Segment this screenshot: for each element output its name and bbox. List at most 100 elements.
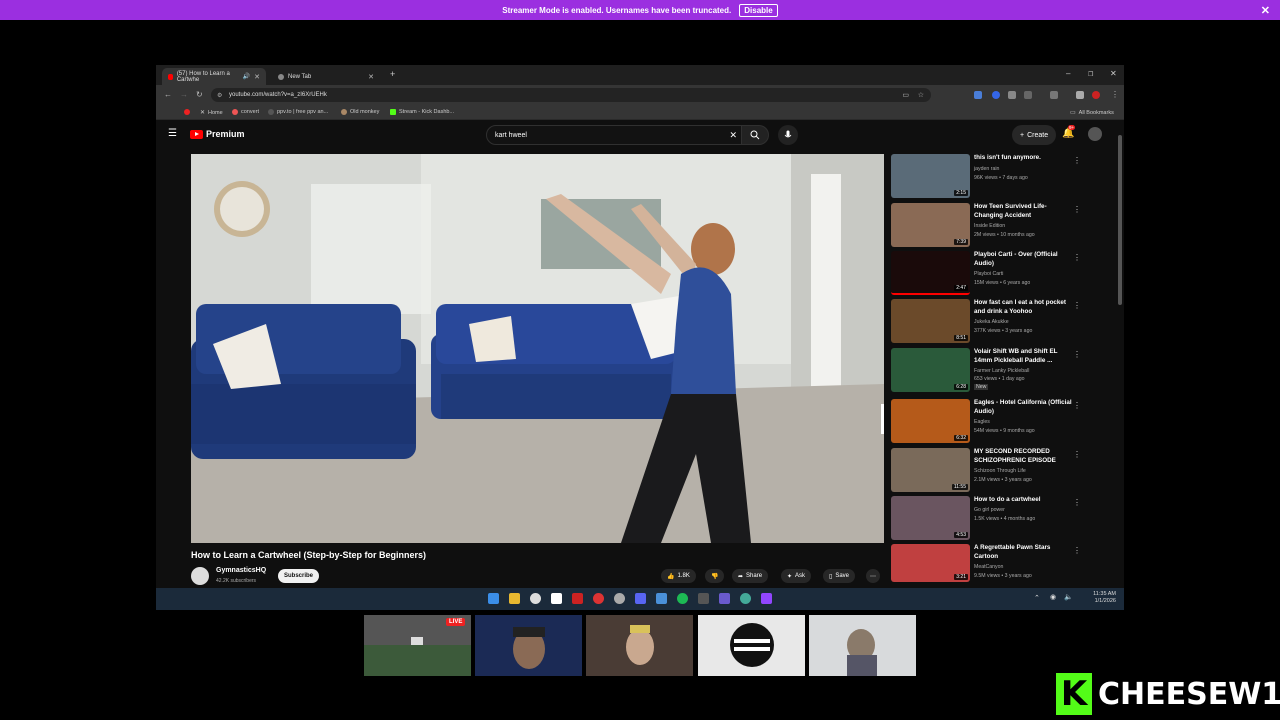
more-vertical-icon[interactable]: ⋮ [1073, 401, 1081, 410]
window-close-icon[interactable]: ✕ [1110, 69, 1117, 78]
address-bar[interactable]: ⚙ youtube.com/watch?v=a_zI6XrUEHk ▭ ☆ [211, 88, 931, 102]
rec-channel[interactable]: Eagles [974, 419, 990, 425]
rec-channel[interactable]: MeatCanyon [974, 564, 1003, 570]
more-actions-button[interactable]: ⋯ [866, 569, 880, 583]
youtube-logo[interactable]: Premium [190, 129, 245, 139]
rec-title[interactable]: How Teen Survived Life-Changing Accident [974, 203, 1074, 220]
subscribe-button[interactable]: Subscribe [278, 569, 320, 583]
bookmark-item[interactable]: ✕ Home [200, 109, 223, 117]
bookmark-item[interactable]: Old monkey [341, 109, 379, 115]
bookmark-item[interactable]: Stream - Kick Dashb... [390, 109, 454, 115]
extension-icon[interactable] [992, 91, 1000, 99]
more-vertical-icon[interactable]: ⋮ [1073, 450, 1081, 459]
site-info-icon[interactable]: ⚙ [217, 92, 222, 99]
all-bookmarks[interactable]: ▭ All Bookmarks [1070, 109, 1114, 117]
tab-youtube[interactable]: (57) How to Learn a Cartwhe 🔊 ✕ [162, 68, 266, 85]
app-icon[interactable] [719, 593, 730, 604]
volume-icon[interactable]: 🔈 [1064, 593, 1073, 601]
download-icon[interactable] [1076, 91, 1084, 99]
search-button[interactable] [741, 125, 769, 145]
share-button[interactable]: ➦ Share [732, 569, 769, 583]
recommendation-item[interactable]: 2:15 this isn't fun anymore. jayden rain… [891, 154, 1121, 199]
bookmark-item[interactable]: ppv.to | free ppv an... [268, 109, 328, 115]
channel-avatar[interactable] [191, 567, 209, 585]
dislike-button[interactable]: 👎 [705, 569, 725, 583]
rec-channel[interactable]: Farmer Lanky Pickleball [974, 368, 1029, 374]
more-vertical-icon[interactable]: ⋮ [1073, 253, 1081, 262]
windows-start-icon[interactable] [488, 593, 499, 604]
recommendation-item[interactable]: 7:39 How Teen Survived Life-Changing Acc… [891, 203, 1121, 248]
rec-title[interactable]: Volair Shift WB and Shift EL 14mm Pickle… [974, 348, 1074, 365]
extension-icon[interactable] [974, 91, 982, 99]
recommendation-item[interactable]: 6:32 Eagles - Hotel California (Official… [891, 399, 1121, 444]
more-vertical-icon[interactable]: ⋮ [1073, 498, 1081, 507]
extension-icon[interactable] [1008, 91, 1016, 99]
app-icon[interactable] [614, 593, 625, 604]
clear-search-icon[interactable]: ✕ [729, 130, 737, 141]
more-vertical-icon[interactable]: ⋮ [1073, 156, 1081, 165]
recommendation-item[interactable]: 8:51 How fast can I eat a hot pocket and… [891, 299, 1121, 344]
rec-title[interactable]: Playboi Carti - Over (Official Audio) [974, 251, 1074, 268]
extensions-puzzle-icon[interactable] [1024, 91, 1032, 99]
recommendation-item[interactable]: 6:28 Volair Shift WB and Shift EL 14mm P… [891, 348, 1121, 393]
recommendation-item[interactable]: 11:55 MY SECOND RECORDED SCHIZOPHRENIC E… [891, 448, 1121, 493]
rec-title[interactable]: MY SECOND RECORDED SCHIZOPHRENIC EPISODE [974, 448, 1074, 465]
chrome-icon[interactable] [530, 593, 541, 604]
more-vertical-icon[interactable]: ⋮ [1073, 350, 1081, 359]
maximize-icon[interactable]: ❐ [1088, 71, 1093, 78]
ask-button[interactable]: ✦ Ask [781, 569, 812, 583]
video-thumbnail[interactable]: 8:51 [891, 299, 970, 343]
rec-title[interactable]: A Regrettable Pawn Stars Cartoon [974, 544, 1074, 561]
profile-avatar[interactable] [1092, 91, 1100, 99]
system-tray-chevron-icon[interactable]: ⌃ [1034, 594, 1040, 602]
video-thumbnail[interactable]: 2:15 [891, 154, 970, 198]
channel-name[interactable]: GymnasticsHQ [216, 567, 266, 574]
bookmark-item[interactable]: convert [232, 109, 259, 115]
rec-title[interactable]: this isn't fun anymore. [974, 154, 1074, 163]
app-icon[interactable] [740, 593, 751, 604]
page-scrollbar[interactable] [1118, 135, 1122, 305]
side-panel-icon[interactable] [1050, 91, 1058, 99]
bookmark-item[interactable] [184, 109, 190, 115]
like-button[interactable]: 👍 1.8K [661, 569, 696, 583]
recommendation-item[interactable]: 2:47 Playboi Carti - Over (Official Audi… [891, 251, 1121, 296]
twitch-icon[interactable] [761, 593, 772, 604]
hamburger-menu-icon[interactable]: ☰ [168, 128, 177, 139]
app-icon[interactable] [698, 593, 709, 604]
app-icon[interactable] [656, 593, 667, 604]
video-thumbnail[interactable]: 2:47 [891, 251, 970, 295]
video-thumbnail[interactable]: 3:21 [891, 544, 970, 582]
close-icon[interactable]: ✕ [1261, 4, 1270, 17]
taskbar-clock[interactable]: 11:35 AM 1/1/2026 [1093, 591, 1116, 605]
spotify-icon[interactable] [677, 593, 688, 604]
app-icon[interactable] [593, 593, 604, 604]
rec-channel[interactable]: Jukeka Akukke [974, 319, 1009, 325]
recommendation-item[interactable]: 4:53 How to do a cartwheel Go girl power… [891, 496, 1121, 541]
rec-channel[interactable]: Playboi Carti [974, 271, 1003, 277]
video-thumbnail[interactable]: 6:32 [891, 399, 970, 443]
speaker-icon[interactable]: 🔊 [243, 73, 250, 80]
tab-close-icon[interactable]: ✕ [254, 73, 260, 81]
new-tab-icon[interactable]: + [390, 69, 395, 79]
app-icon[interactable] [572, 593, 583, 604]
rec-title[interactable]: How to do a cartwheel [974, 496, 1074, 505]
rec-channel[interactable]: Go girl power [974, 507, 1005, 513]
rec-channel[interactable]: Schizoon Through Life [974, 468, 1026, 474]
reload-icon[interactable]: ↻ [196, 90, 203, 99]
install-icon[interactable]: ▭ [902, 91, 909, 99]
more-vertical-icon[interactable]: ⋮ [1073, 546, 1081, 555]
more-vertical-icon[interactable]: ⋮ [1073, 301, 1081, 310]
tab-new-tab[interactable]: New Tab ✕ [272, 68, 380, 85]
bookmark-star-icon[interactable]: ☆ [918, 91, 924, 99]
more-vertical-icon[interactable]: ⋮ [1073, 205, 1081, 214]
disable-button[interactable]: Disable [739, 3, 778, 17]
search-input[interactable]: kart hweel ✕ [486, 125, 748, 145]
recommendation-item[interactable]: 3:21 A Regrettable Pawn Stars Cartoon Me… [891, 544, 1121, 582]
video-thumbnail[interactable]: 7:39 [891, 203, 970, 247]
account-avatar[interactable] [1088, 127, 1102, 141]
video-player[interactable] [191, 154, 884, 543]
video-thumbnail[interactable]: 11:55 [891, 448, 970, 492]
browser-menu-icon[interactable]: ⋮ [1111, 90, 1119, 99]
app-icon[interactable] [551, 593, 562, 604]
minimize-icon[interactable]: – [1066, 69, 1070, 78]
